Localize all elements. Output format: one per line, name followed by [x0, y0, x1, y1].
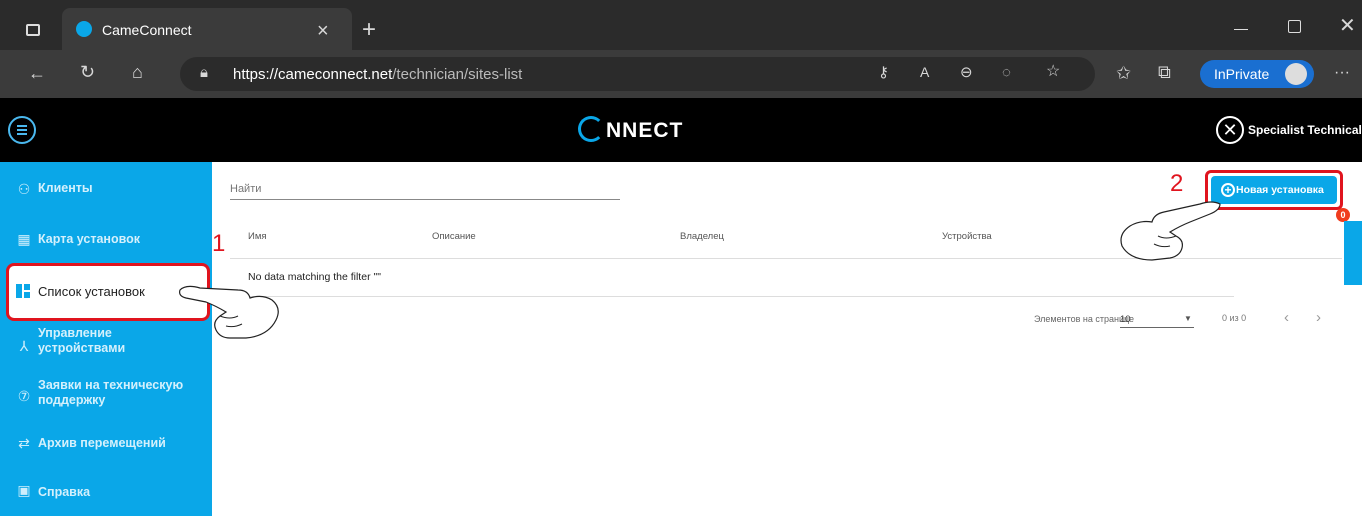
notification-badge: 0: [1336, 208, 1350, 222]
menu-icon[interactable]: [8, 116, 36, 144]
minimize-icon[interactable]: [1234, 29, 1248, 30]
search-input[interactable]: [230, 178, 620, 200]
close-tab-icon[interactable]: ×: [317, 21, 329, 41]
url-host: https://cameconnect.net: [233, 66, 393, 83]
badge-count: 0: [1340, 210, 1346, 220]
profile-avatar: [1285, 63, 1307, 85]
sidebar-item-label: Архив перемещений: [38, 436, 166, 450]
column-header-description[interactable]: Описание: [432, 231, 476, 242]
maximize-icon[interactable]: [1288, 20, 1301, 33]
side-tab-handle[interactable]: [1344, 221, 1362, 285]
sidebar-item-sites-map[interactable]: ▦ Карта установок: [0, 214, 212, 264]
sidebar-item-label: Управление устройствами: [38, 326, 126, 355]
sidebar-item-support-tickets[interactable]: ⑦ Заявки на техническую поддержку: [0, 374, 212, 424]
question-box-icon: ▣: [17, 482, 31, 498]
url-text: https://cameconnect.net/technician/sites…: [233, 66, 522, 83]
back-arrow-icon[interactable]: ←: [28, 64, 46, 82]
logo-text: NNECT: [606, 119, 684, 142]
browser-toolbar: ← ↻ ⌂ 🔒︎ https://cameconnect.net/technic…: [0, 50, 1362, 98]
inprivate-button[interactable]: InPrivate: [1200, 60, 1314, 88]
sidebar-item-label: Список установок: [38, 284, 145, 299]
chevron-down-icon: ▼: [1184, 314, 1192, 323]
sidebar-item-label: Справка: [38, 485, 91, 499]
add-favorite-icon[interactable]: ☆: [1046, 64, 1060, 80]
map-grid-icon: ▦: [17, 231, 31, 247]
inprivate-label: InPrivate: [1214, 66, 1270, 82]
more-icon[interactable]: ···: [1334, 65, 1350, 81]
cookie-icon[interactable]: ◌: [1002, 65, 1011, 80]
help-circle-icon: ⑦: [17, 388, 31, 404]
users-icon: ⚇: [17, 181, 31, 197]
user-name[interactable]: Specialist Technical: [1248, 123, 1362, 137]
step-number-2: 2: [1170, 170, 1184, 197]
favorites-icon[interactable]: ✩: [1116, 64, 1131, 82]
column-header-devices[interactable]: Устройства: [942, 231, 992, 242]
pointing-hand-icon-1: [179, 285, 279, 339]
row-divider: [230, 296, 1234, 297]
new-installation-label: Новая установка: [1236, 184, 1324, 196]
home-icon[interactable]: ⌂: [132, 63, 143, 81]
reload-icon[interactable]: ↻: [80, 63, 95, 81]
sidebar-item-transfer-archive[interactable]: ⇄ Архив перемещений: [0, 418, 212, 468]
prev-page-icon[interactable]: ‹: [1284, 309, 1289, 326]
network-icon: ⅄: [19, 338, 29, 354]
list-grid-icon: [16, 284, 30, 298]
page-size-select[interactable]: 10 ▼: [1120, 310, 1194, 328]
sidebar-item-help[interactable]: ▣ Справка: [0, 466, 212, 516]
sidebar-item-label: Карта установок: [38, 232, 141, 246]
column-header-name[interactable]: Имя: [248, 231, 267, 242]
address-bar[interactable]: 🔒︎ https://cameconnect.net/technician/si…: [180, 57, 1095, 91]
new-tab-icon[interactable]: +: [362, 18, 376, 42]
close-window-icon[interactable]: ✕: [1339, 16, 1356, 36]
tab-actions-icon[interactable]: [26, 24, 40, 36]
step-number-1: 1: [212, 230, 226, 257]
url-path: /technician/sites-list: [392, 66, 523, 83]
tab-title: CameConnect: [102, 22, 192, 38]
transfer-arrows-icon: ⇄: [18, 435, 30, 451]
pointing-hand-icon-2: [1120, 201, 1221, 261]
range-label: 0 из 0: [1222, 313, 1247, 323]
next-page-icon[interactable]: ›: [1316, 309, 1321, 326]
sidebar-item-label: Клиенты: [38, 181, 93, 195]
sidebar-item-clients[interactable]: ⚇ Клиенты: [0, 164, 212, 214]
lock-icon: 🔒︎: [200, 64, 208, 81]
add-circle-icon: +: [1221, 183, 1235, 197]
site-favicon-icon: [76, 21, 92, 37]
collections-icon[interactable]: ⧉: [1158, 63, 1171, 81]
logo-co-icon: [578, 116, 604, 142]
new-installation-button[interactable]: + Новая установка: [1211, 176, 1337, 204]
column-header-owner[interactable]: Владелец: [680, 231, 724, 242]
user-tools-icon[interactable]: ✕: [1216, 116, 1244, 144]
sidebar-item-label: Заявки на техническую поддержку: [38, 378, 184, 407]
zoom-icon[interactable]: ⊖: [960, 65, 973, 80]
app-header: NNECT ✕ Specialist Technical: [0, 98, 1362, 162]
page-size-value: 10: [1120, 314, 1131, 325]
read-aloud-icon[interactable]: A: [920, 65, 929, 79]
key-icon[interactable]: ⚷: [878, 65, 889, 80]
